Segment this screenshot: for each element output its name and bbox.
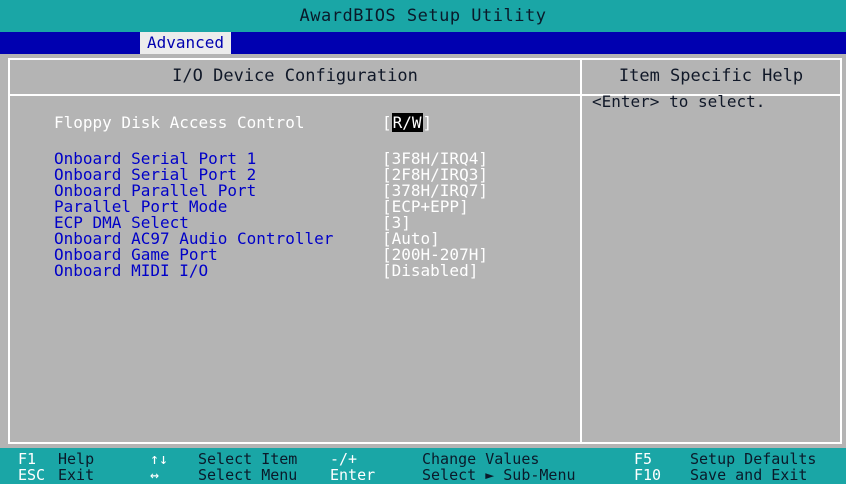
value-bracket-open: [ [382,113,392,132]
key-minusplus: -/+ [330,450,358,468]
help-text: <Enter> to select. [592,92,766,111]
status-bar: F1 Help ↑↓ Select Item -/+ Change Values… [0,448,846,484]
key-minusplus-desc: Change Values [422,450,540,468]
page-title: I/O Device Configuration [172,66,418,86]
setting-value[interactable]: [Disabled] [382,262,478,280]
key-f5: F5 [634,450,653,468]
menu-bar: Advanced [0,32,846,54]
key-f5-desc: Setup Defaults [690,450,817,468]
setting-label: Floppy Disk Access Control [54,113,305,132]
title-bar: AwardBIOS Setup Utility [0,0,846,32]
key-leftright: ↔ [150,466,160,484]
key-leftright-desc: Select Menu [198,466,298,484]
key-enter: Enter [330,466,376,484]
setting-row-midi-io[interactable]: Onboard MIDI I/O [Disabled] [54,262,574,280]
key-f1: F1 [18,450,37,468]
setting-label: Onboard MIDI I/O [54,261,209,280]
key-f10: F10 [634,466,662,484]
panel-divider-vertical [580,60,582,442]
key-esc-desc: Exit [58,466,95,484]
key-enter-desc: Select ► Sub-Menu [422,466,576,484]
value-bracket-close: ] [422,113,433,132]
main-frame: I/O Device Configuration Item Specific H… [8,58,842,444]
help-panel-title: Item Specific Help [618,66,804,86]
app-title: AwardBIOS Setup Utility [299,6,547,26]
setting-row-floppy-access[interactable]: Floppy Disk Access Control [R/W] [54,113,574,132]
key-updown: ↑↓ [150,450,169,468]
setting-value[interactable]: [R/W] [382,113,433,132]
key-updown-desc: Select Item [198,450,298,468]
key-f10-desc: Save and Exit [690,466,808,484]
key-esc: ESC [18,466,46,484]
selected-value[interactable]: R/W [391,113,423,132]
key-f1-desc: Help [58,450,95,468]
menu-tab-advanced[interactable]: Advanced [140,32,232,54]
